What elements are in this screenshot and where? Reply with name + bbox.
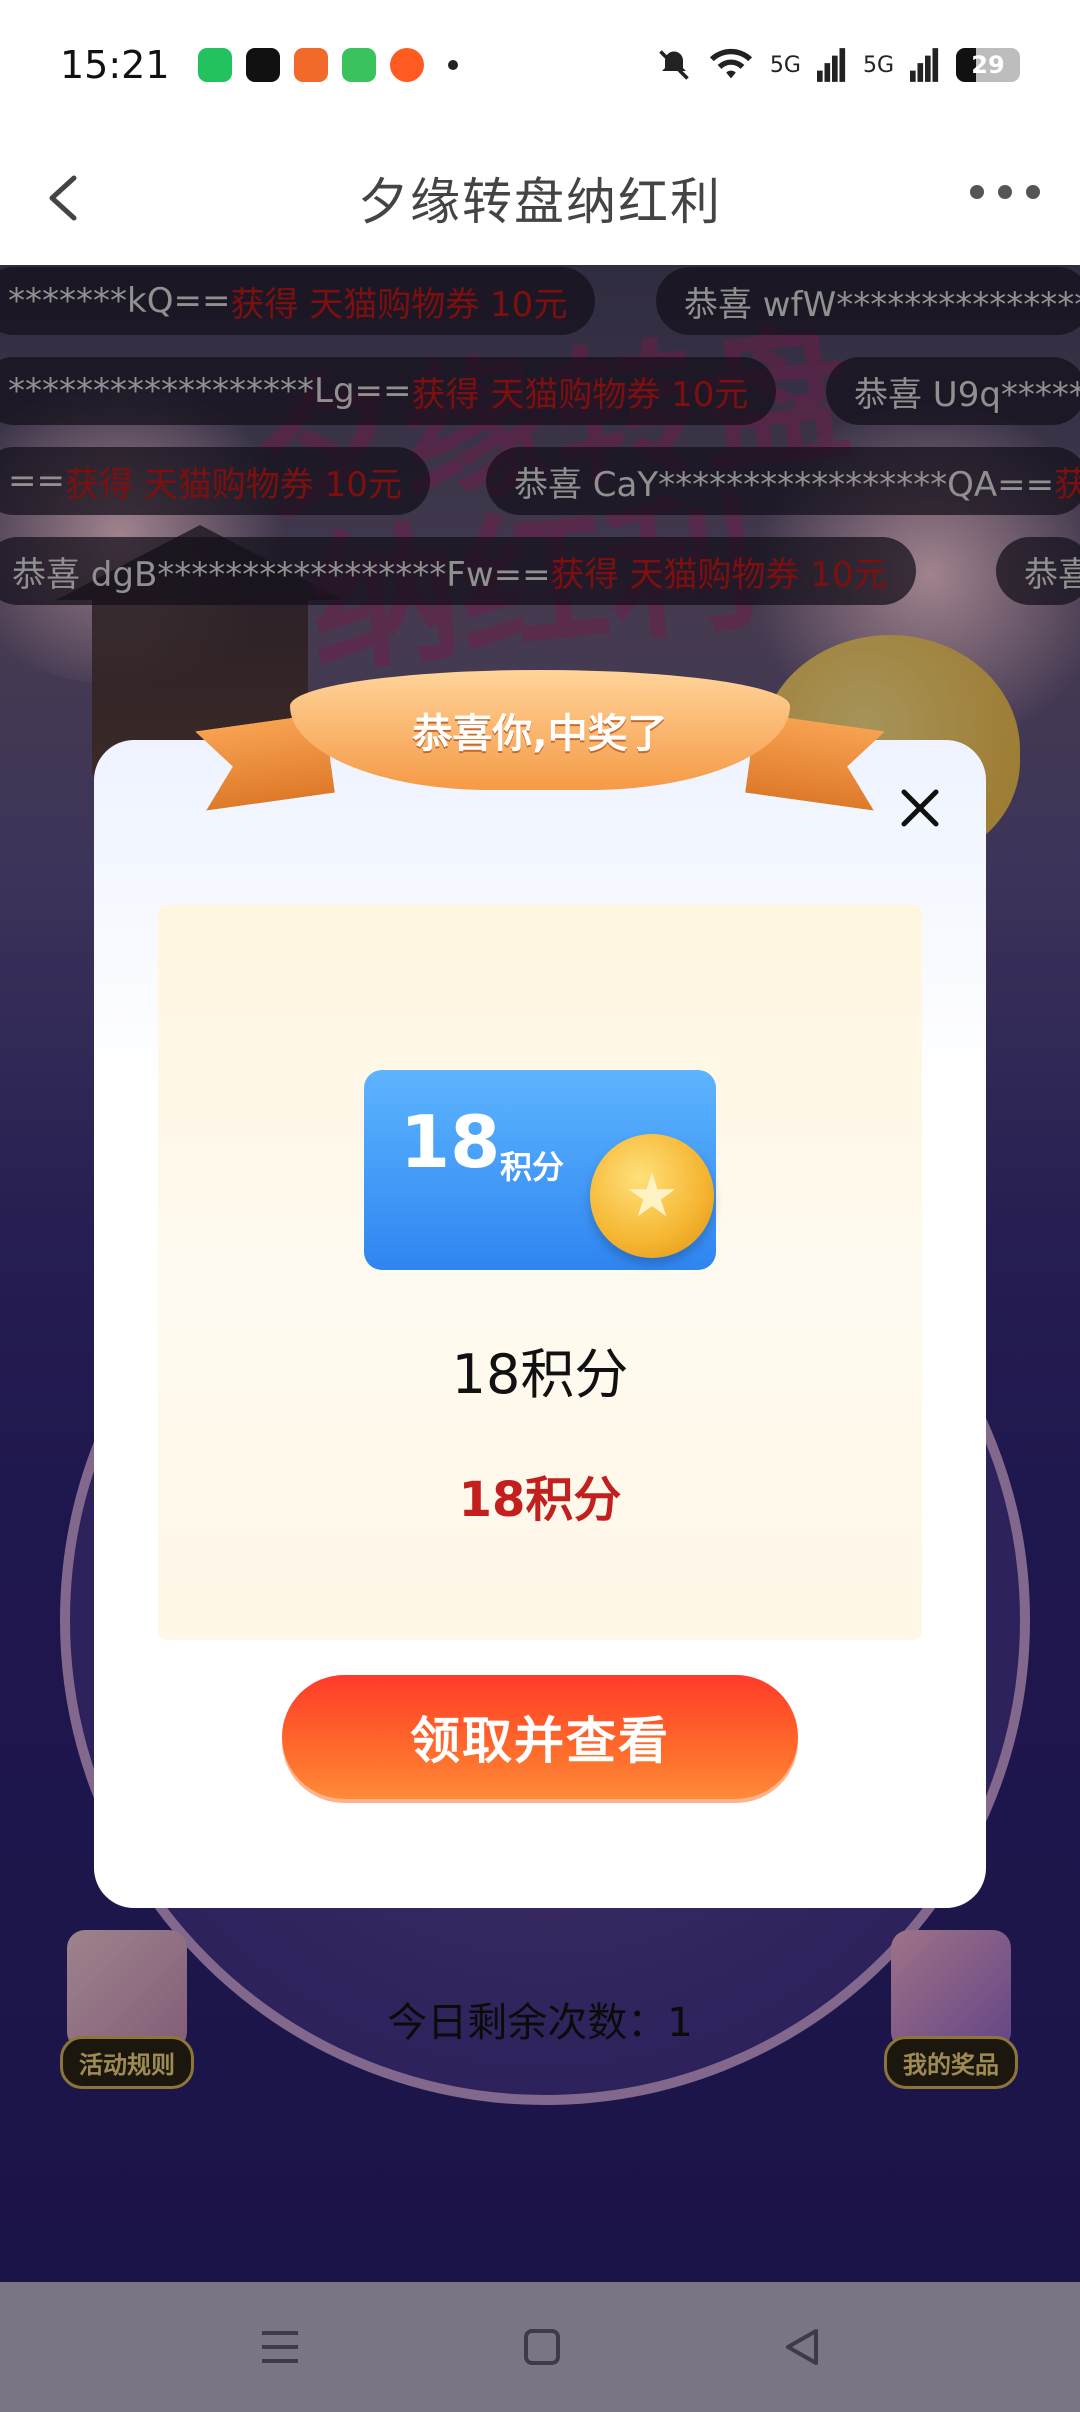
more-notifications-icon xyxy=(447,60,458,70)
prize-card-number: 18 xyxy=(400,1100,501,1184)
prize-name: 18积分 xyxy=(451,1343,629,1406)
orange-app-icon xyxy=(389,48,424,82)
wechat-icon xyxy=(197,48,232,82)
back-arrow-icon[interactable] xyxy=(40,170,90,226)
prize-value: 18积分 xyxy=(458,1472,622,1528)
more-options-icon[interactable] xyxy=(970,185,1040,199)
status-right: 5G 5G 29 xyxy=(656,47,1020,83)
status-bar: 15:21 5G 5G 29 xyxy=(0,0,1080,130)
page-title: 夕缘转盘纳红利 xyxy=(358,172,722,231)
home-icon[interactable] xyxy=(522,2327,562,2367)
tiktok-icon xyxy=(245,48,280,82)
status-app-icons xyxy=(197,48,458,82)
messages-icon xyxy=(341,48,376,82)
nav-bar: 夕缘转盘纳红利 xyxy=(0,130,1080,265)
system-nav-bar xyxy=(0,2282,1080,2412)
battery-icon: 29 xyxy=(956,48,1020,82)
battery-level: 29 xyxy=(971,51,1005,79)
prize-card: 18 积分 ★ xyxy=(364,1070,716,1270)
ribbon-text: 恭喜你,中奖了 xyxy=(412,711,668,757)
ribbon-banner: 恭喜你,中奖了 xyxy=(290,670,790,790)
close-icon[interactable] xyxy=(890,778,950,838)
coin-icon: ★ xyxy=(590,1134,714,1258)
mute-bell-icon xyxy=(659,50,689,80)
signal-icon-1 xyxy=(816,48,846,82)
wifi-icon xyxy=(709,48,752,79)
back-icon[interactable] xyxy=(782,2327,822,2367)
signal-icon-2 xyxy=(910,48,939,82)
signal-5g-label-1: 5G xyxy=(769,52,801,78)
menu-icon[interactable] xyxy=(258,2327,302,2367)
claim-and-view-button[interactable]: 领取并查看 xyxy=(282,1675,798,1799)
signal-5g-label-2: 5G xyxy=(862,52,894,78)
prize-card-unit: 积分 xyxy=(500,1148,565,1186)
status-time: 15:21 xyxy=(60,43,170,87)
pumpkin-app-icon xyxy=(293,48,328,82)
congrats-ribbon: 恭喜你,中奖了 xyxy=(200,662,880,832)
